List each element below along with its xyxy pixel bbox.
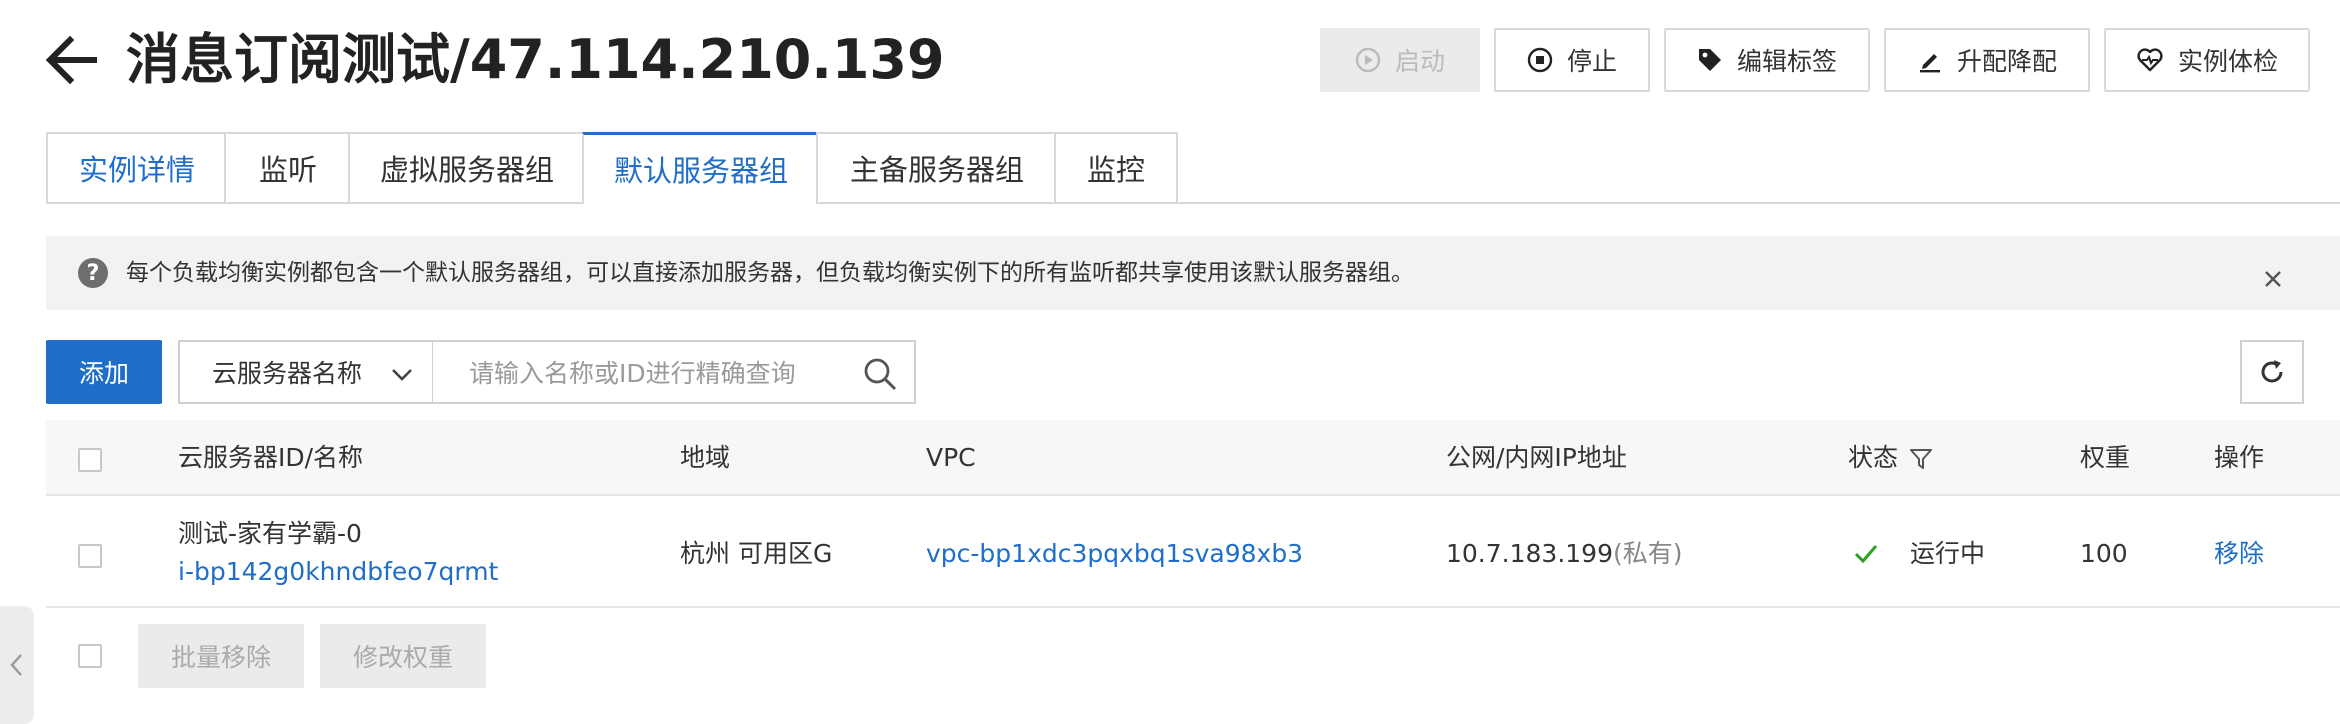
tab-listeners[interactable]: 监听 (224, 132, 350, 204)
upgrade-downgrade-button[interactable]: 升配降配 (1884, 28, 2090, 92)
close-notice-button[interactable] (2260, 266, 2286, 292)
refresh-icon (2261, 360, 2283, 383)
stop-button[interactable]: 停止 (1494, 28, 1650, 92)
question-circle-icon: ? (78, 258, 108, 288)
sidebar-collapse-handle[interactable] (0, 606, 34, 724)
tab-default-server-group[interactable]: 默认服务器组 (582, 132, 818, 205)
weight-value: 100 (2080, 539, 2128, 568)
filter-select-value: 云服务器名称 (212, 359, 363, 388)
server-region: 杭州 可用区G (680, 539, 833, 568)
notice-text: 每个负载均衡实例都包含一个默认服务器组，可以直接添加服务器，但负载均衡实例下的所… (126, 260, 1414, 286)
close-icon (2265, 271, 2281, 287)
col-status: 状态 (1848, 443, 1899, 472)
upgrade-downgrade-button-label: 升配降配 (1956, 47, 2057, 76)
heart-pulse-icon (2137, 48, 2163, 72)
server-ip: 10.7.183.199(私有) (1446, 536, 1683, 572)
tab-label: 虚拟服务器组 (379, 153, 554, 187)
tab-monitoring[interactable]: 监控 (1054, 132, 1178, 204)
vpc-link[interactable]: vpc-bp1xdc3pqxbq1sva98xb3 (926, 536, 1303, 572)
remove-link[interactable]: 移除 (2214, 536, 2264, 572)
refresh-button[interactable] (2240, 340, 2304, 404)
status-text: 运行中 (1910, 539, 1986, 568)
filter-field-select[interactable]: 云服务器名称 (178, 340, 434, 404)
tab-label: 监控 (1086, 153, 1145, 187)
server-name: 测试-家有学霸-0 (178, 519, 362, 548)
tab-label: 默认服务器组 (613, 154, 788, 188)
back-button[interactable] (40, 28, 104, 92)
tab-label: 实例详情 (78, 153, 195, 187)
server-id-link[interactable]: i-bp142g0khndbfeo7qrmt (178, 554, 498, 590)
tag-icon (1698, 49, 1721, 71)
ip-address: 10.7.183.199 (1446, 539, 1613, 568)
edit-tags-button-label: 编辑标签 (1736, 47, 1837, 76)
footer-select-all-checkbox[interactable] (78, 644, 102, 668)
search-box (432, 340, 916, 404)
arrow-left-icon (45, 35, 97, 85)
col-region: 地域 (680, 443, 731, 472)
tab-label: 主备服务器组 (849, 153, 1024, 187)
col-ip: 公网/内网IP地址 (1446, 443, 1627, 472)
col-weight: 权重 (2080, 443, 2131, 472)
instance-check-button[interactable]: 实例体检 (2104, 28, 2310, 92)
start-button[interactable]: 启动 (1320, 28, 1480, 92)
tab-vserver-groups[interactable]: 虚拟服务器组 (348, 132, 584, 204)
select-all-checkbox[interactable] (78, 448, 102, 472)
tab-master-slave-groups[interactable]: 主备服务器组 (816, 132, 1056, 204)
play-circle-icon (1355, 47, 1381, 73)
page-title: 消息订阅测试/47.114.210.139 (126, 28, 945, 91)
table-header (46, 420, 2340, 496)
col-vpc: VPC (926, 443, 976, 472)
modify-weight-button[interactable]: 修改权重 (320, 624, 486, 688)
col-action: 操作 (2214, 443, 2265, 472)
edit-pen-icon (1919, 54, 1940, 73)
stop-button-label: 停止 (1566, 47, 1617, 76)
filter-icon[interactable] (1908, 446, 1934, 472)
edit-tags-button[interactable]: 编辑标签 (1664, 28, 1870, 92)
tab-label: 监听 (258, 153, 317, 187)
chevron-left-icon (10, 654, 22, 676)
check-icon (1854, 545, 1878, 564)
stop-circle-icon (1527, 47, 1553, 73)
ip-type: (私有) (1613, 539, 1683, 568)
tab-instance-details[interactable]: 实例详情 (46, 132, 226, 204)
add-server-button[interactable]: 添加 (46, 340, 162, 404)
search-input[interactable] (467, 342, 851, 404)
row-checkbox[interactable] (78, 544, 102, 568)
col-instance: 云服务器ID/名称 (178, 443, 364, 472)
start-button-label: 启动 (1394, 47, 1445, 76)
batch-remove-button[interactable]: 批量移除 (138, 624, 304, 688)
search-icon[interactable] (862, 356, 898, 392)
instance-check-button-label: 实例体检 (2177, 47, 2278, 76)
chevron-down-icon (392, 369, 412, 381)
